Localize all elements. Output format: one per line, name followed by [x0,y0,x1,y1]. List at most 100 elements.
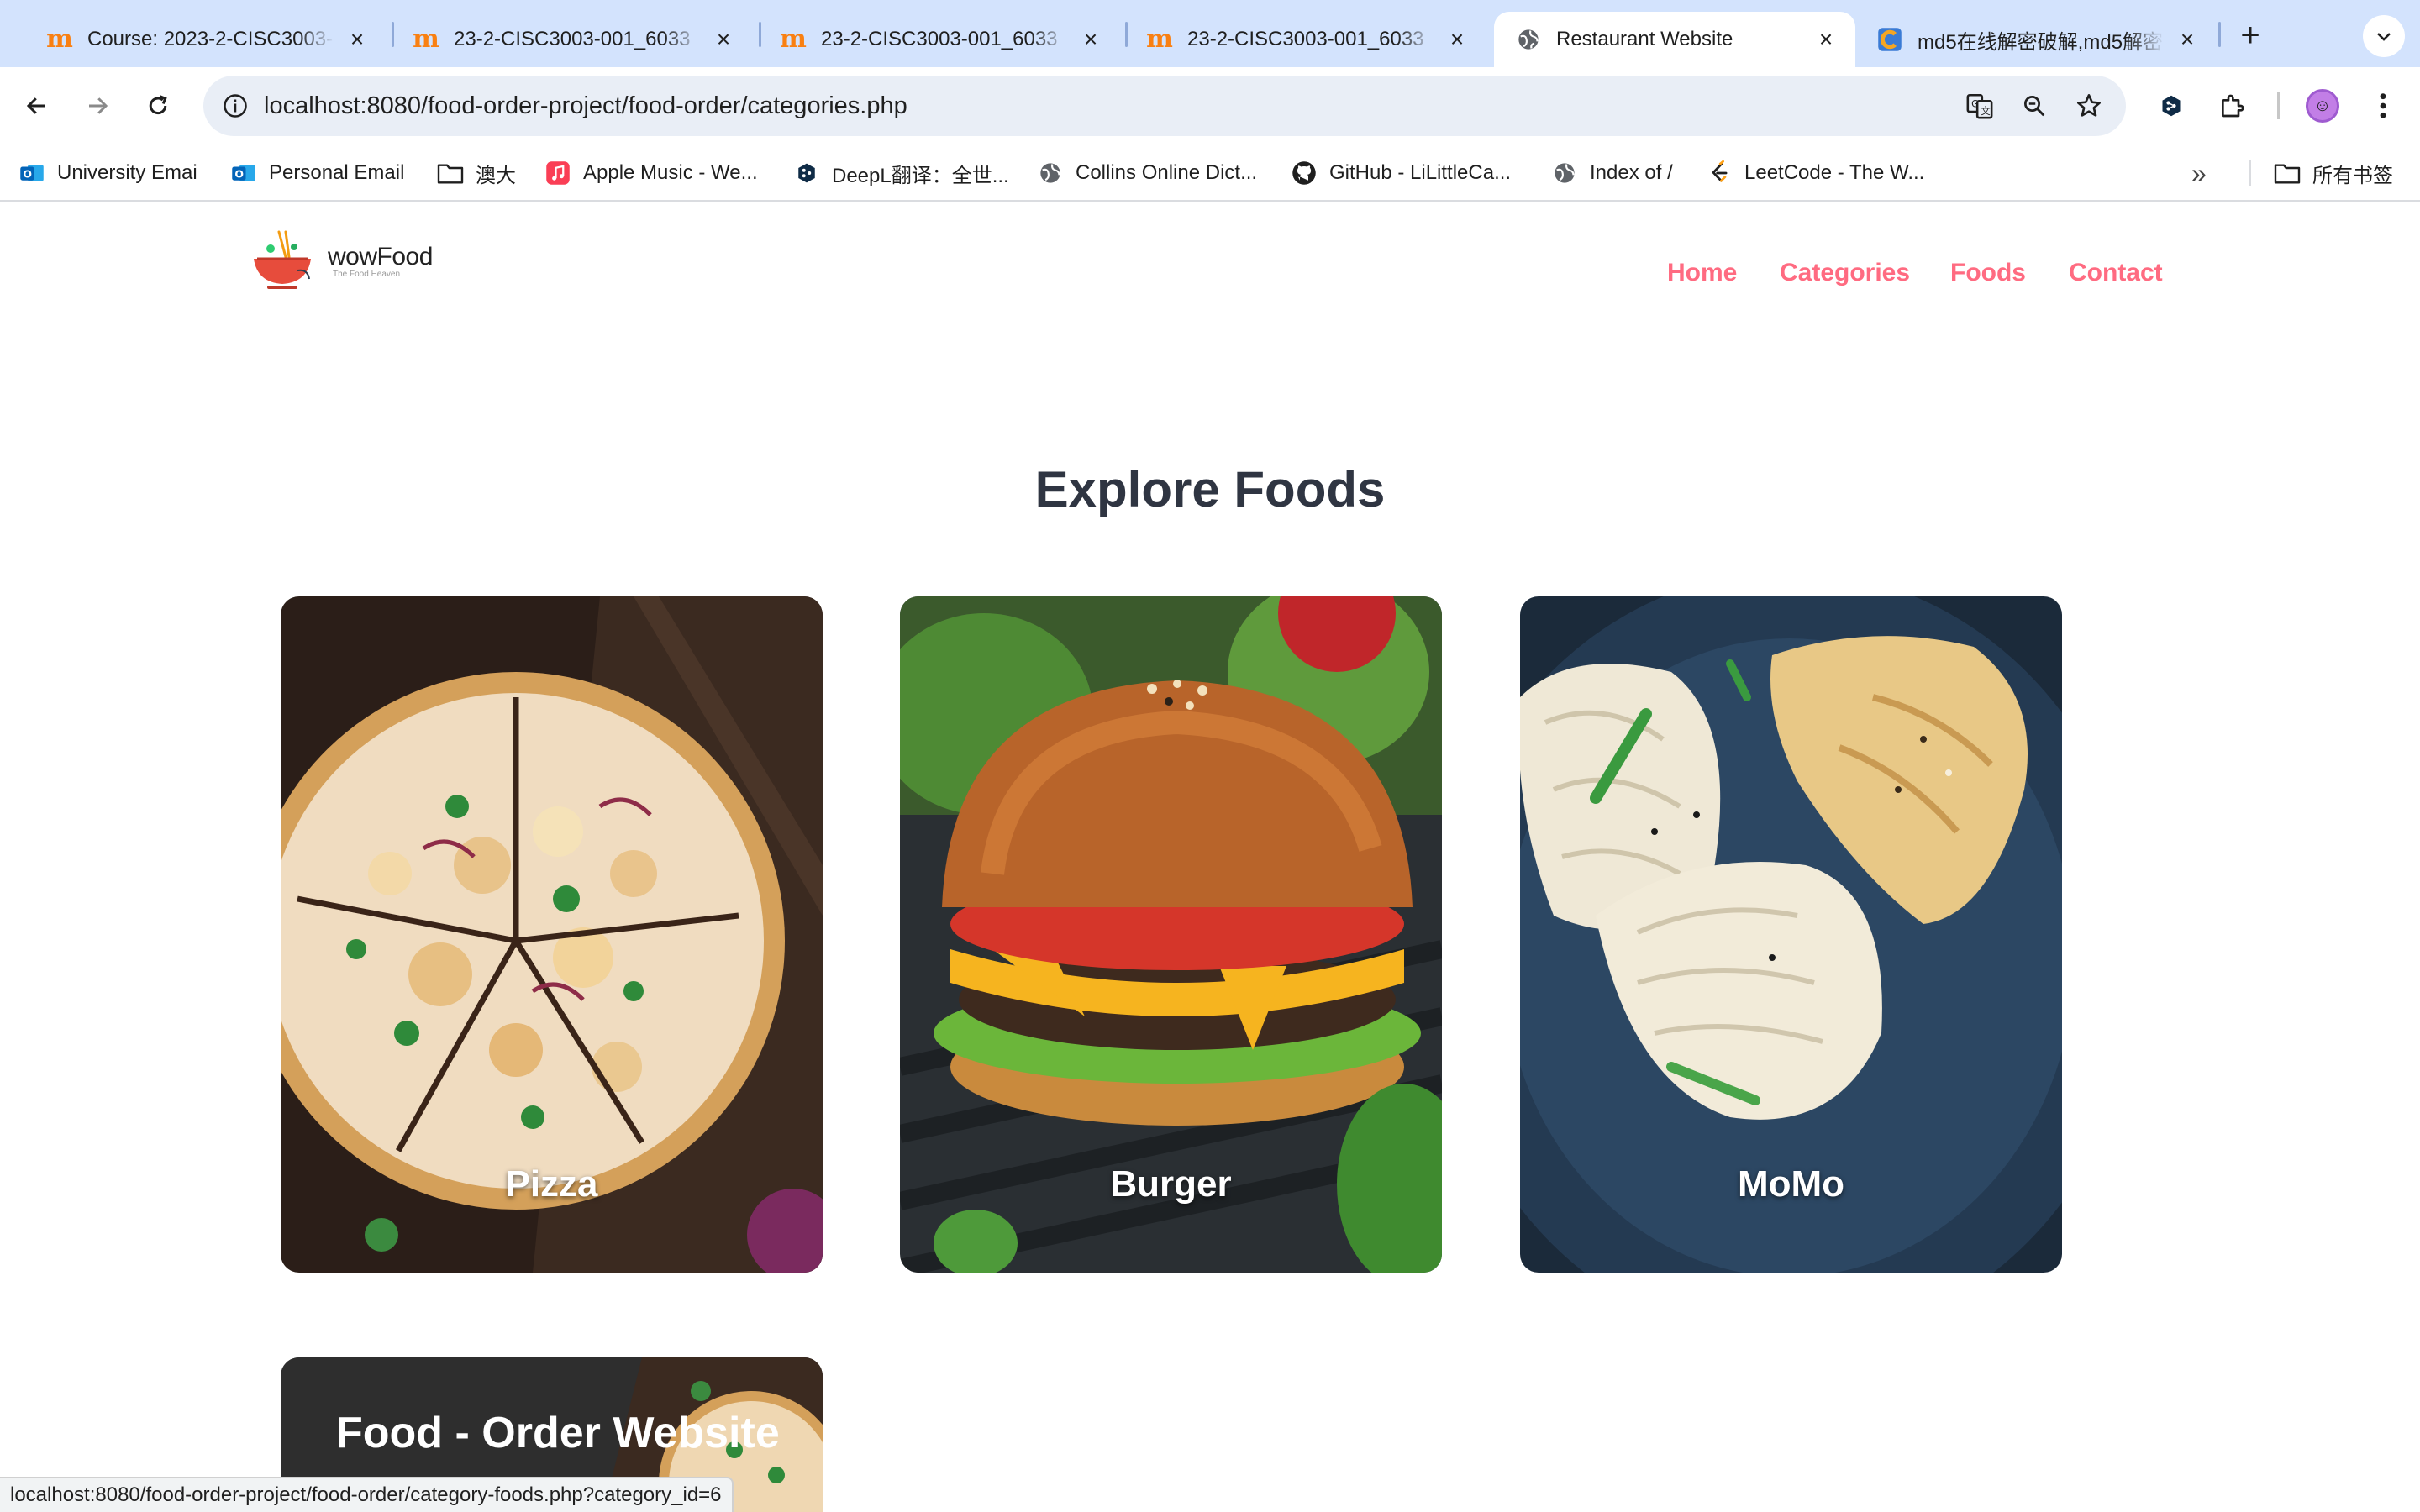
folder-icon [2274,160,2301,186]
more-bookmarks-button[interactable]: » [2191,158,2207,188]
tab-title: 23-2-CISC3003-001_6033 [821,28,1058,50]
bookmark-label: DeepL翻译：全世... [832,164,1009,187]
moodle-icon: m [413,24,439,54]
bookmark-leetcode[interactable]: LeetCode - The W... [1706,156,1924,190]
bookmark-index-of[interactable]: Index of / [1551,156,1673,190]
category-title: Food - Order Website [336,1409,780,1457]
outlook-icon: O [230,160,257,186]
cmd5-icon [1877,27,1902,52]
logo-name: wowFood [328,242,433,270]
avatar: ☺ [2306,89,2339,123]
chevron-down-icon [2377,33,2391,41]
bookmark-label: Apple Music - We... [583,161,758,184]
arrow-left-icon [26,97,45,114]
bookmark-university-email[interactable]: O University Emai [18,156,197,190]
url-text[interactable]: localhost:8080/food-order-project/food-o… [264,76,908,136]
globe-icon [1551,160,1578,186]
status-bar-url: localhost:8080/food-order-project/food-o… [0,1477,734,1512]
all-bookmarks-folder[interactable]: 所有书签 [2274,156,2393,190]
bookmark-label: Personal Email [269,161,405,184]
tab-moodle-4[interactable]: m 23-2-CISC3003-001_6033 × [1125,12,1486,67]
back-button[interactable] [15,84,59,128]
extension-deepl-icon[interactable] [2149,84,2193,128]
svg-text:O: O [234,168,244,181]
svg-text:G: G [1971,97,1979,109]
address-bar[interactable]: localhost:8080/food-order-project/food-o… [203,76,2126,136]
reload-icon [149,95,167,115]
tab-title: md5在线解密破解,md5解密 [1918,30,2164,54]
extensions-puzzle-icon[interactable] [2210,84,2254,128]
tab-moodle-2[interactable]: m 23-2-CISC3003-001_6033 × [392,12,753,67]
nav-home[interactable]: Home [1667,259,1737,287]
tab-title: 23-2-CISC3003-001_6033 [1187,28,1424,50]
tab-moodle-3[interactable]: m 23-2-CISC3003-001_6033 × [759,12,1120,67]
new-tab-icon[interactable]: + [2232,17,2269,54]
site-info-icon[interactable] [215,86,255,126]
bookmark-label: GitHub - LiLittleCa... [1329,161,1512,184]
close-icon[interactable]: × [345,27,370,52]
category-card-pizza[interactable]: Pizza [281,596,823,1273]
bowl-logo-icon [254,230,311,289]
bookmarks-bar: O University Emai O Personal Email 澳大 Ap… [0,144,2420,202]
page-content: wowFood The Food Heaven Home Categories … [0,203,2420,1512]
bookmark-star-icon[interactable] [2069,86,2109,126]
tab-search-button[interactable] [2363,15,2405,57]
bookmark-separator [2249,160,2251,186]
menu-kebab-icon[interactable] [2361,84,2405,128]
zoom-icon[interactable] [2014,86,2054,126]
github-icon [1291,160,1318,186]
bookmark-folder-umac[interactable]: 澳大 [437,156,516,190]
category-title: MoMo [1737,1163,1845,1205]
tab-restaurant-website[interactable]: Restaurant Website × [1494,12,1855,67]
bookmark-personal-email[interactable]: O Personal Email [230,156,404,190]
profile-avatar[interactable]: ☺ [2301,84,2344,128]
forward-button[interactable] [76,84,119,128]
deepl-icon [793,160,820,186]
moodle-icon: m [1146,24,1173,54]
browser-toolbar: localhost:8080/food-order-project/food-o… [0,67,2420,144]
tab-separator [2218,22,2221,47]
close-icon[interactable]: × [1444,27,1470,52]
category-title: Burger [1110,1163,1232,1205]
folder-icon [437,160,464,186]
tab-title: Restaurant Website [1556,28,1733,50]
nav-foods[interactable]: Foods [1950,259,2026,287]
close-icon[interactable]: × [711,27,736,52]
bookmark-label: Index of / [1590,161,1673,184]
svg-text:文: 文 [1981,105,1990,117]
reload-button[interactable] [136,84,180,128]
bookmark-label: 所有书签 [2312,164,2393,187]
bookmark-label: LeetCode - The W... [1744,161,1925,184]
globe-icon [1037,160,1064,186]
tab-course[interactable]: m Course: 2023-2-CISC3003-001_6033 × [25,12,387,67]
globe-icon [1516,27,1541,52]
tab-strip: m Course: 2023-2-CISC3003-001_6033 × m 2… [0,0,2420,67]
bookmark-apple-music[interactable]: Apple Music - We... [544,156,758,190]
leetcode-icon [1706,160,1733,186]
site-logo[interactable]: wowFood The Food Heaven [249,227,433,294]
moodle-icon: m [780,24,807,54]
bookmark-deepl[interactable]: DeepL翻译：全世... [793,156,1009,190]
tab-md5[interactable]: md5在线解密破解,md5解密 × [1855,12,2217,67]
close-icon[interactable]: × [1813,27,1839,52]
music-icon [544,160,571,186]
tab-title: 23-2-CISC3003-001_6033 [454,28,691,50]
arrow-right-icon [89,97,108,114]
bookmark-collins[interactable]: Collins Online Dict... [1037,156,1257,190]
category-title: Pizza [505,1163,598,1205]
tab-title: Course: 2023-2-CISC3003-001_6033 [87,28,334,50]
nav-contact[interactable]: Contact [2069,259,2163,287]
translate-icon[interactable]: G文 [1960,86,2000,126]
moodle-icon: m [46,24,73,54]
page-title: Explore Foods [1034,461,1386,517]
outlook-icon: O [18,160,45,186]
bookmark-label: University Emai [57,161,197,184]
category-card-burger[interactable]: Burger [900,596,1442,1273]
category-card-momo[interactable]: MoMo [1520,596,2062,1273]
bookmark-label: 澳大 [476,164,516,187]
close-icon[interactable]: × [2175,27,2200,52]
bookmark-github[interactable]: GitHub - LiLittleCa... [1291,156,1511,190]
close-icon[interactable]: × [1078,27,1103,52]
bookmark-label: Collins Online Dict... [1076,161,1258,184]
nav-categories[interactable]: Categories [1780,259,1910,287]
